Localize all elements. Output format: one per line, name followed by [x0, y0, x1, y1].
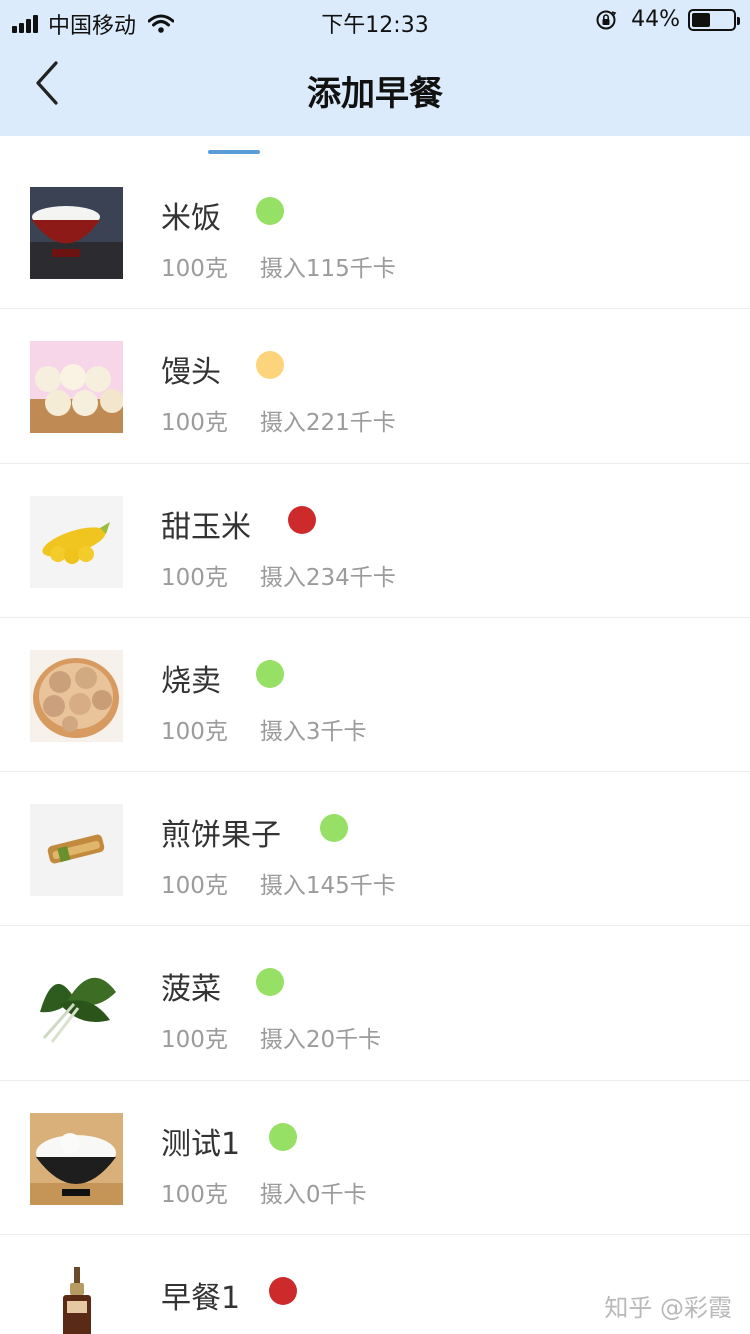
food-amount: 100克 [161, 1027, 228, 1054]
food-amount: 100克 [161, 718, 228, 745]
food-name: 甜玉米 [161, 509, 251, 545]
food-meta: 100克 摄入145千卡 [161, 866, 396, 900]
food-item[interactable]: 甜玉米 100克 摄入234千卡 [0, 464, 750, 618]
watermark: 知乎 @彩霞 [604, 1294, 732, 1322]
food-thumbnail [30, 1267, 123, 1334]
food-intake: 摄入20千卡 [259, 1027, 382, 1054]
food-name: 菠菜 [161, 972, 221, 1008]
food-intake: 摄入0千卡 [259, 1181, 367, 1208]
status-dot [288, 505, 316, 534]
food-thumbnail [30, 958, 123, 1051]
food-thumbnail [30, 341, 123, 434]
food-thumbnail [30, 1112, 123, 1205]
food-item[interactable]: 煎饼果子 100克 摄入145千卡 [0, 772, 750, 927]
food-amount: 100克 [161, 873, 228, 900]
battery-percent: 44% [631, 7, 680, 32]
food-amount: 100克 [161, 1181, 228, 1208]
food-name: 烧卖 [161, 663, 221, 699]
food-list: 米饭 100克 摄入115千卡 馒头 100克 摄入221千卡 甜玉米 100克 摄入234… [0, 155, 750, 1334]
food-thumbnail [30, 649, 123, 742]
food-meta: 100克 摄入234千卡 [161, 558, 396, 592]
food-name: 早餐1 [161, 1281, 241, 1317]
status-dot [256, 968, 284, 997]
food-meta: 100克摄入100千卡 [161, 1329, 396, 1334]
food-meta: 100克 摄入115千卡 [161, 249, 396, 283]
nav-bar: 添加早餐 [0, 40, 750, 136]
food-item[interactable]: 馒头 100克 摄入221千卡 [0, 309, 750, 464]
battery-icon [688, 8, 740, 31]
food-amount: 100克 [161, 410, 228, 437]
food-amount: 100克 [161, 256, 228, 282]
food-intake: 摄入234千卡 [259, 564, 396, 591]
food-meta: 100克 摄入0千卡 [161, 1175, 367, 1209]
food-item[interactable]: 烧卖 100克 摄入3千卡 [0, 618, 750, 773]
food-intake: 摄入115千卡 [259, 256, 396, 282]
status-dot [320, 814, 348, 843]
food-thumbnail [30, 495, 123, 588]
food-name: 馒头 [161, 355, 221, 391]
food-item[interactable]: 米饭 100克 摄入115千卡 [0, 155, 750, 310]
status-dot [256, 197, 284, 225]
status-bar: 中国移动 下午12:33 44% [0, 0, 750, 40]
food-meta: 100克 摄入20千卡 [161, 1020, 381, 1054]
food-amount: 100克 [161, 564, 228, 591]
food-intake: 摄入3千卡 [259, 718, 367, 745]
food-item[interactable]: 测试1 100克 摄入0千卡 [0, 1081, 750, 1236]
food-name: 测试1 [161, 1126, 241, 1162]
status-dot [269, 1122, 297, 1151]
food-meta: 100克 摄入221千卡 [161, 403, 396, 437]
food-meta: 100克 摄入3千卡 [161, 712, 367, 746]
food-name: 煎饼果子 [161, 818, 281, 854]
food-thumbnail [30, 804, 123, 897]
food-item[interactable]: 菠菜 100克 摄入20千卡 [0, 926, 750, 1081]
status-dot [256, 659, 284, 688]
food-intake: 摄入145千卡 [259, 873, 396, 900]
rotation-lock-icon [596, 10, 617, 29]
page-title: 添加早餐 [307, 74, 443, 114]
food-name: 米饭 [161, 201, 221, 236]
food-intake: 摄入221千卡 [259, 410, 396, 437]
tab-indicator [208, 150, 260, 154]
status-dot [269, 1277, 297, 1306]
food-thumbnail [30, 187, 123, 279]
status-dot [256, 351, 284, 380]
